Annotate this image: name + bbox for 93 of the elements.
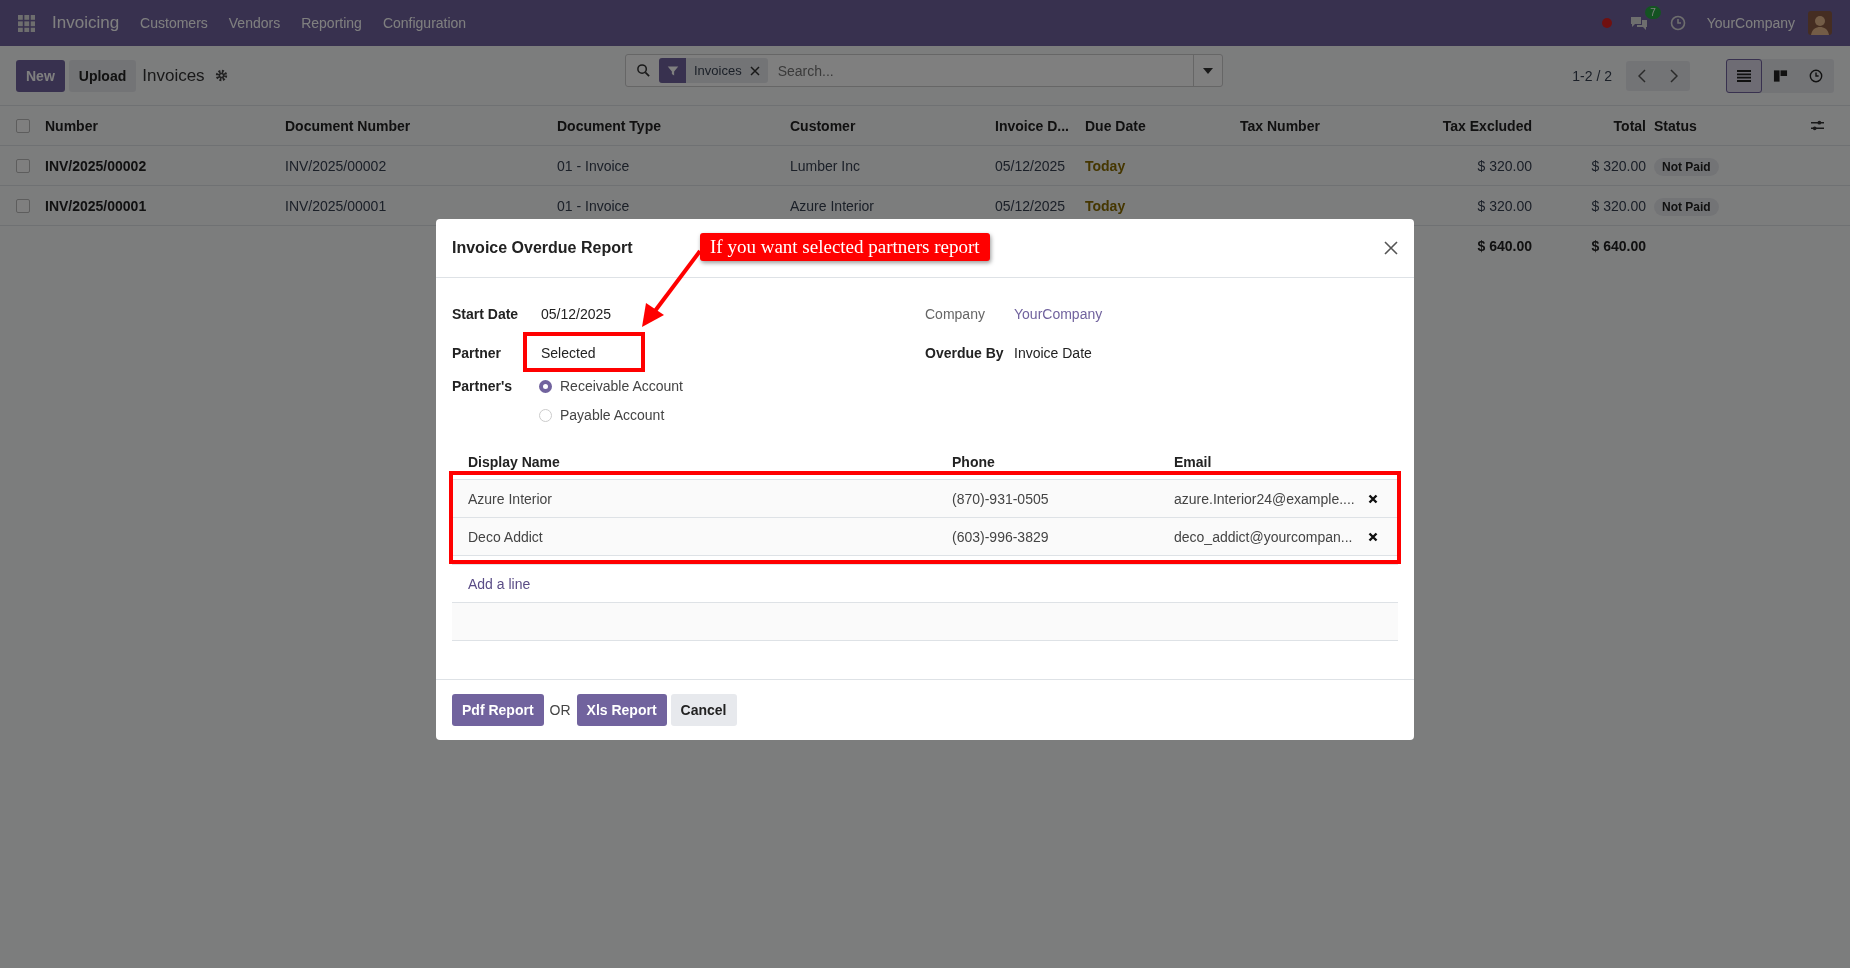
dialog-button[interactable]: Xls Report <box>576 694 667 726</box>
field-label: Overdue By <box>925 344 1005 361</box>
delete-icon[interactable] <box>1368 531 1378 542</box>
avatar-icon[interactable] <box>1808 11 1832 35</box>
column-header: Email <box>1174 454 1213 470</box>
column-header[interactable]: Number <box>45 117 285 134</box>
table-cell-text: Today <box>1085 197 1127 214</box>
record-dot-icon[interactable] <box>1601 18 1612 28</box>
company-name[interactable]: YourCompany <box>1706 15 1795 31</box>
list-view-button[interactable] <box>1726 58 1762 93</box>
chevron-right-icon <box>1670 68 1678 83</box>
table-cell-text: Deco Addict <box>468 528 544 545</box>
menu-item[interactable]: Customers <box>140 15 208 31</box>
page-title: Invoices <box>142 65 205 86</box>
column-header[interactable]: Tax Number <box>1240 117 1385 134</box>
chat-icon[interactable] <box>1628 15 1649 31</box>
field-label: Start Date <box>452 305 520 322</box>
status-badge: Not Paid <box>1654 197 1719 216</box>
row-checkbox[interactable] <box>16 158 30 173</box>
table-cell-text: INV/2025/00002 <box>45 157 148 174</box>
column-header[interactable]: Document Type <box>557 117 790 134</box>
table-cell-text: INV/2025/00002 <box>285 157 388 174</box>
column-header: Phone <box>952 454 996 470</box>
radio-option[interactable]: Payable Account <box>539 407 683 423</box>
menu-item[interactable]: Reporting <box>301 15 362 31</box>
table-cell: $ 320.00 <box>1477 197 1532 214</box>
separator-text: OR <box>549 702 571 718</box>
table-cell-text: INV/2025/00001 <box>45 197 148 214</box>
list-icon <box>1736 68 1752 83</box>
total-cell: $ 640.00 <box>1591 237 1646 254</box>
close-icon[interactable] <box>1384 241 1398 255</box>
apps-grid-icon[interactable] <box>18 14 35 32</box>
column-header[interactable]: Invoice D... <box>995 117 1085 134</box>
status-badge: Not Paid <box>1654 157 1719 176</box>
add-line-link[interactable]: Add a line <box>468 575 531 592</box>
table-cell: $ 320.00 <box>1591 197 1646 214</box>
kanban-icon <box>1772 68 1788 83</box>
select-all-checkbox[interactable] <box>16 118 30 133</box>
column-header[interactable]: Status <box>1646 117 1810 134</box>
pager-value[interactable]: 1-2 / 2 <box>1572 67 1612 84</box>
search-icon <box>636 63 651 78</box>
table-cell-text: Azure Interior <box>468 490 554 507</box>
column-header[interactable]: Document Number <box>285 117 557 134</box>
radio-option[interactable]: Receivable Account <box>539 378 683 394</box>
date-field[interactable]: 05/12/2025 <box>539 305 612 322</box>
field-label: Company <box>925 305 986 322</box>
table-cell-text: Lumber Inc <box>790 157 862 174</box>
settings-icon[interactable] <box>214 69 228 82</box>
sliders-icon[interactable] <box>1810 119 1825 132</box>
menu-item[interactable]: Vendors <box>228 15 281 31</box>
table-cell-text: Today <box>1085 157 1127 174</box>
field-label: Partner <box>452 344 503 361</box>
table-cell-text: 05/12/2025 <box>995 157 1067 174</box>
table-cell-text: 01 - Invoice <box>557 157 631 174</box>
table-cell-text: azure.Interior24@example.... <box>1174 490 1356 507</box>
table-cell: $ 320.00 <box>1477 157 1532 174</box>
table-cell-text: 01 - Invoice <box>557 197 631 214</box>
toolbar-button[interactable]: New <box>16 59 65 92</box>
app-name[interactable]: Invoicing <box>52 13 120 33</box>
table-cell-text: (870)-931-0505 <box>952 490 1050 507</box>
delete-icon[interactable] <box>1368 493 1378 504</box>
table-cell-text: INV/2025/00001 <box>285 197 388 214</box>
dialog-button[interactable]: Pdf Report <box>452 694 544 726</box>
caret-icon[interactable] <box>1203 67 1213 74</box>
overdue-by-field[interactable]: Invoice Date <box>1012 344 1092 361</box>
field-label: Partner's <box>452 378 514 394</box>
column-header: Display Name <box>468 454 561 470</box>
table-cell: $ 320.00 <box>1591 157 1646 174</box>
menu-item[interactable]: Configuration <box>382 15 467 31</box>
message-count: 7 <box>1645 6 1661 19</box>
clock-icon[interactable] <box>1669 15 1686 31</box>
toolbar-button[interactable]: Upload <box>68 59 137 92</box>
dialog-title: Invoice Overdue Report <box>452 239 633 257</box>
table-cell-text: 05/12/2025 <box>995 197 1067 214</box>
close-icon[interactable] <box>749 65 760 76</box>
dialog-button[interactable]: Cancel <box>670 694 737 726</box>
column-header[interactable]: Total <box>1613 117 1646 134</box>
search-field[interactable]: Invoices Search... <box>625 54 1223 87</box>
row-checkbox[interactable] <box>16 198 30 213</box>
column-header[interactable]: Due Date <box>1085 117 1240 134</box>
partner-field[interactable]: Selected <box>541 344 596 361</box>
filter-icon <box>666 64 679 77</box>
company-link[interactable]: YourCompany <box>1012 305 1103 322</box>
clock-icon <box>1809 68 1823 83</box>
chevron-left-icon <box>1638 68 1646 83</box>
table-cell-text: Azure Interior <box>790 197 876 214</box>
table-cell-text: (603)-996-3829 <box>952 528 1050 545</box>
filter-facet[interactable]: Invoices <box>659 58 768 83</box>
annotation-callout: If you want selected partners report <box>700 233 990 261</box>
column-header[interactable]: Customer <box>790 117 995 134</box>
column-header[interactable]: Tax Excluded <box>1442 117 1532 134</box>
table-cell-text: deco_addict@yourcompan... <box>1174 528 1354 545</box>
total-cell: $ 640.00 <box>1477 237 1532 254</box>
